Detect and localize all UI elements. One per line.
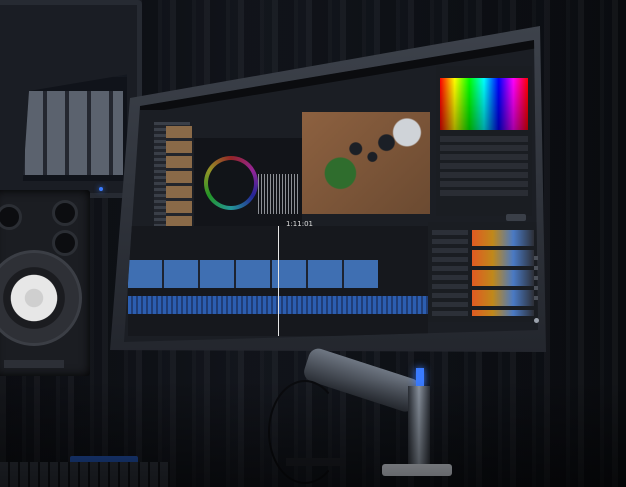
- playhead: [278, 226, 279, 336]
- effects-thumbnail-grid: [472, 230, 534, 316]
- video-viewer: [302, 112, 430, 214]
- effects-category-list: [432, 230, 468, 316]
- desk-shadow: [0, 380, 626, 487]
- speaker-label: [4, 360, 64, 368]
- studio-speaker: [0, 190, 90, 376]
- monitor-screen: 1:11:01: [124, 40, 538, 342]
- color-board: [440, 78, 528, 130]
- waveform-monitor: [258, 174, 300, 214]
- monitor-power-button: [534, 318, 539, 323]
- photo-thumbnail-grid: [13, 91, 123, 175]
- speaker-tweeter: [52, 230, 78, 256]
- main-monitor: 1:11:01: [110, 26, 550, 356]
- secondary-monitor-screen: [13, 25, 127, 181]
- share-button: [506, 214, 526, 221]
- effects-browser: [428, 222, 538, 322]
- photo-scene: 1:11:01: [0, 0, 626, 487]
- video-clips-track: [128, 260, 378, 288]
- speaker-tweeter: [52, 200, 78, 226]
- timecode-display: 1:11:01: [286, 220, 313, 228]
- speaker-woofer: [0, 250, 82, 346]
- secondary-monitor-header: [13, 31, 127, 77]
- timeline: [128, 226, 428, 336]
- monitor-power-led: [99, 187, 103, 191]
- color-inspector: [436, 66, 532, 216]
- monitor-side-buttons: [534, 256, 538, 306]
- vectorscope: [204, 156, 258, 210]
- speaker-port: [0, 204, 22, 230]
- inspector-rows: [440, 136, 528, 196]
